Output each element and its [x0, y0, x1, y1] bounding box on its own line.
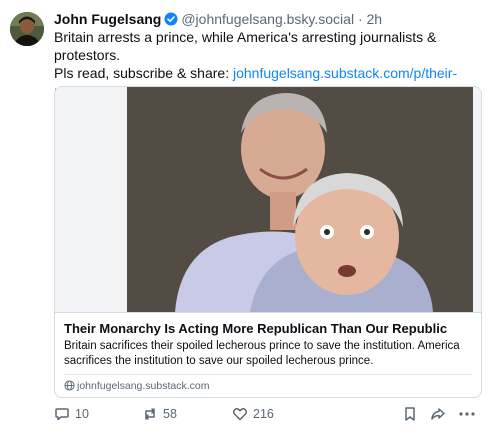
separator-dot: ·	[357, 11, 363, 27]
link-card-description: Britain sacrifices their spoiled lechero…	[64, 340, 460, 367]
author-name[interactable]: John Fugelsang	[54, 11, 161, 27]
post-actions: 10 58 216	[54, 404, 484, 424]
like-button[interactable]: 216	[232, 404, 274, 424]
link-card[interactable]: Their Monarchy Is Acting More Republican…	[54, 86, 482, 398]
post-header: John Fugelsang @johnfugelsang.bsky.social…	[54, 10, 486, 28]
reply-icon	[54, 406, 70, 422]
heart-icon	[232, 406, 248, 422]
link-card-info: Their Monarchy Is Acting More Republican…	[55, 312, 481, 397]
repost-icon	[142, 406, 158, 422]
link-card-domain: johnfugelsang.substack.com	[64, 379, 210, 393]
link-card-title[interactable]: Their Monarchy Is Acting More Republican…	[64, 321, 447, 337]
bookmark-button[interactable]	[403, 404, 417, 424]
author-handle[interactable]: @johnfugelsang.bsky.social	[181, 11, 354, 27]
post-text-line: Britain arrests a prince, while America'…	[54, 29, 437, 63]
post[interactable]: John Fugelsang @johnfugelsang.bsky.social…	[0, 0, 494, 435]
bookmark-icon	[403, 406, 417, 422]
share-button[interactable]	[430, 404, 446, 424]
post-text-prefix: Pls read, subscribe & share:	[54, 65, 233, 81]
reply-count: 10	[75, 407, 89, 421]
link-card-image[interactable]	[55, 87, 481, 312]
post-timestamp[interactable]: 2h	[367, 11, 383, 27]
reply-button[interactable]: 10	[54, 404, 89, 424]
like-count: 216	[253, 407, 274, 421]
link-card-domain-text: johnfugelsang.substack.com	[77, 380, 210, 392]
verified-badge-icon	[164, 12, 178, 26]
repost-button[interactable]: 58	[142, 404, 177, 424]
globe-icon	[64, 380, 77, 392]
more-button[interactable]	[458, 404, 476, 424]
divider	[64, 374, 472, 375]
share-icon	[430, 406, 446, 422]
more-icon	[458, 406, 476, 422]
repost-count: 58	[163, 407, 177, 421]
avatar[interactable]	[10, 12, 44, 46]
